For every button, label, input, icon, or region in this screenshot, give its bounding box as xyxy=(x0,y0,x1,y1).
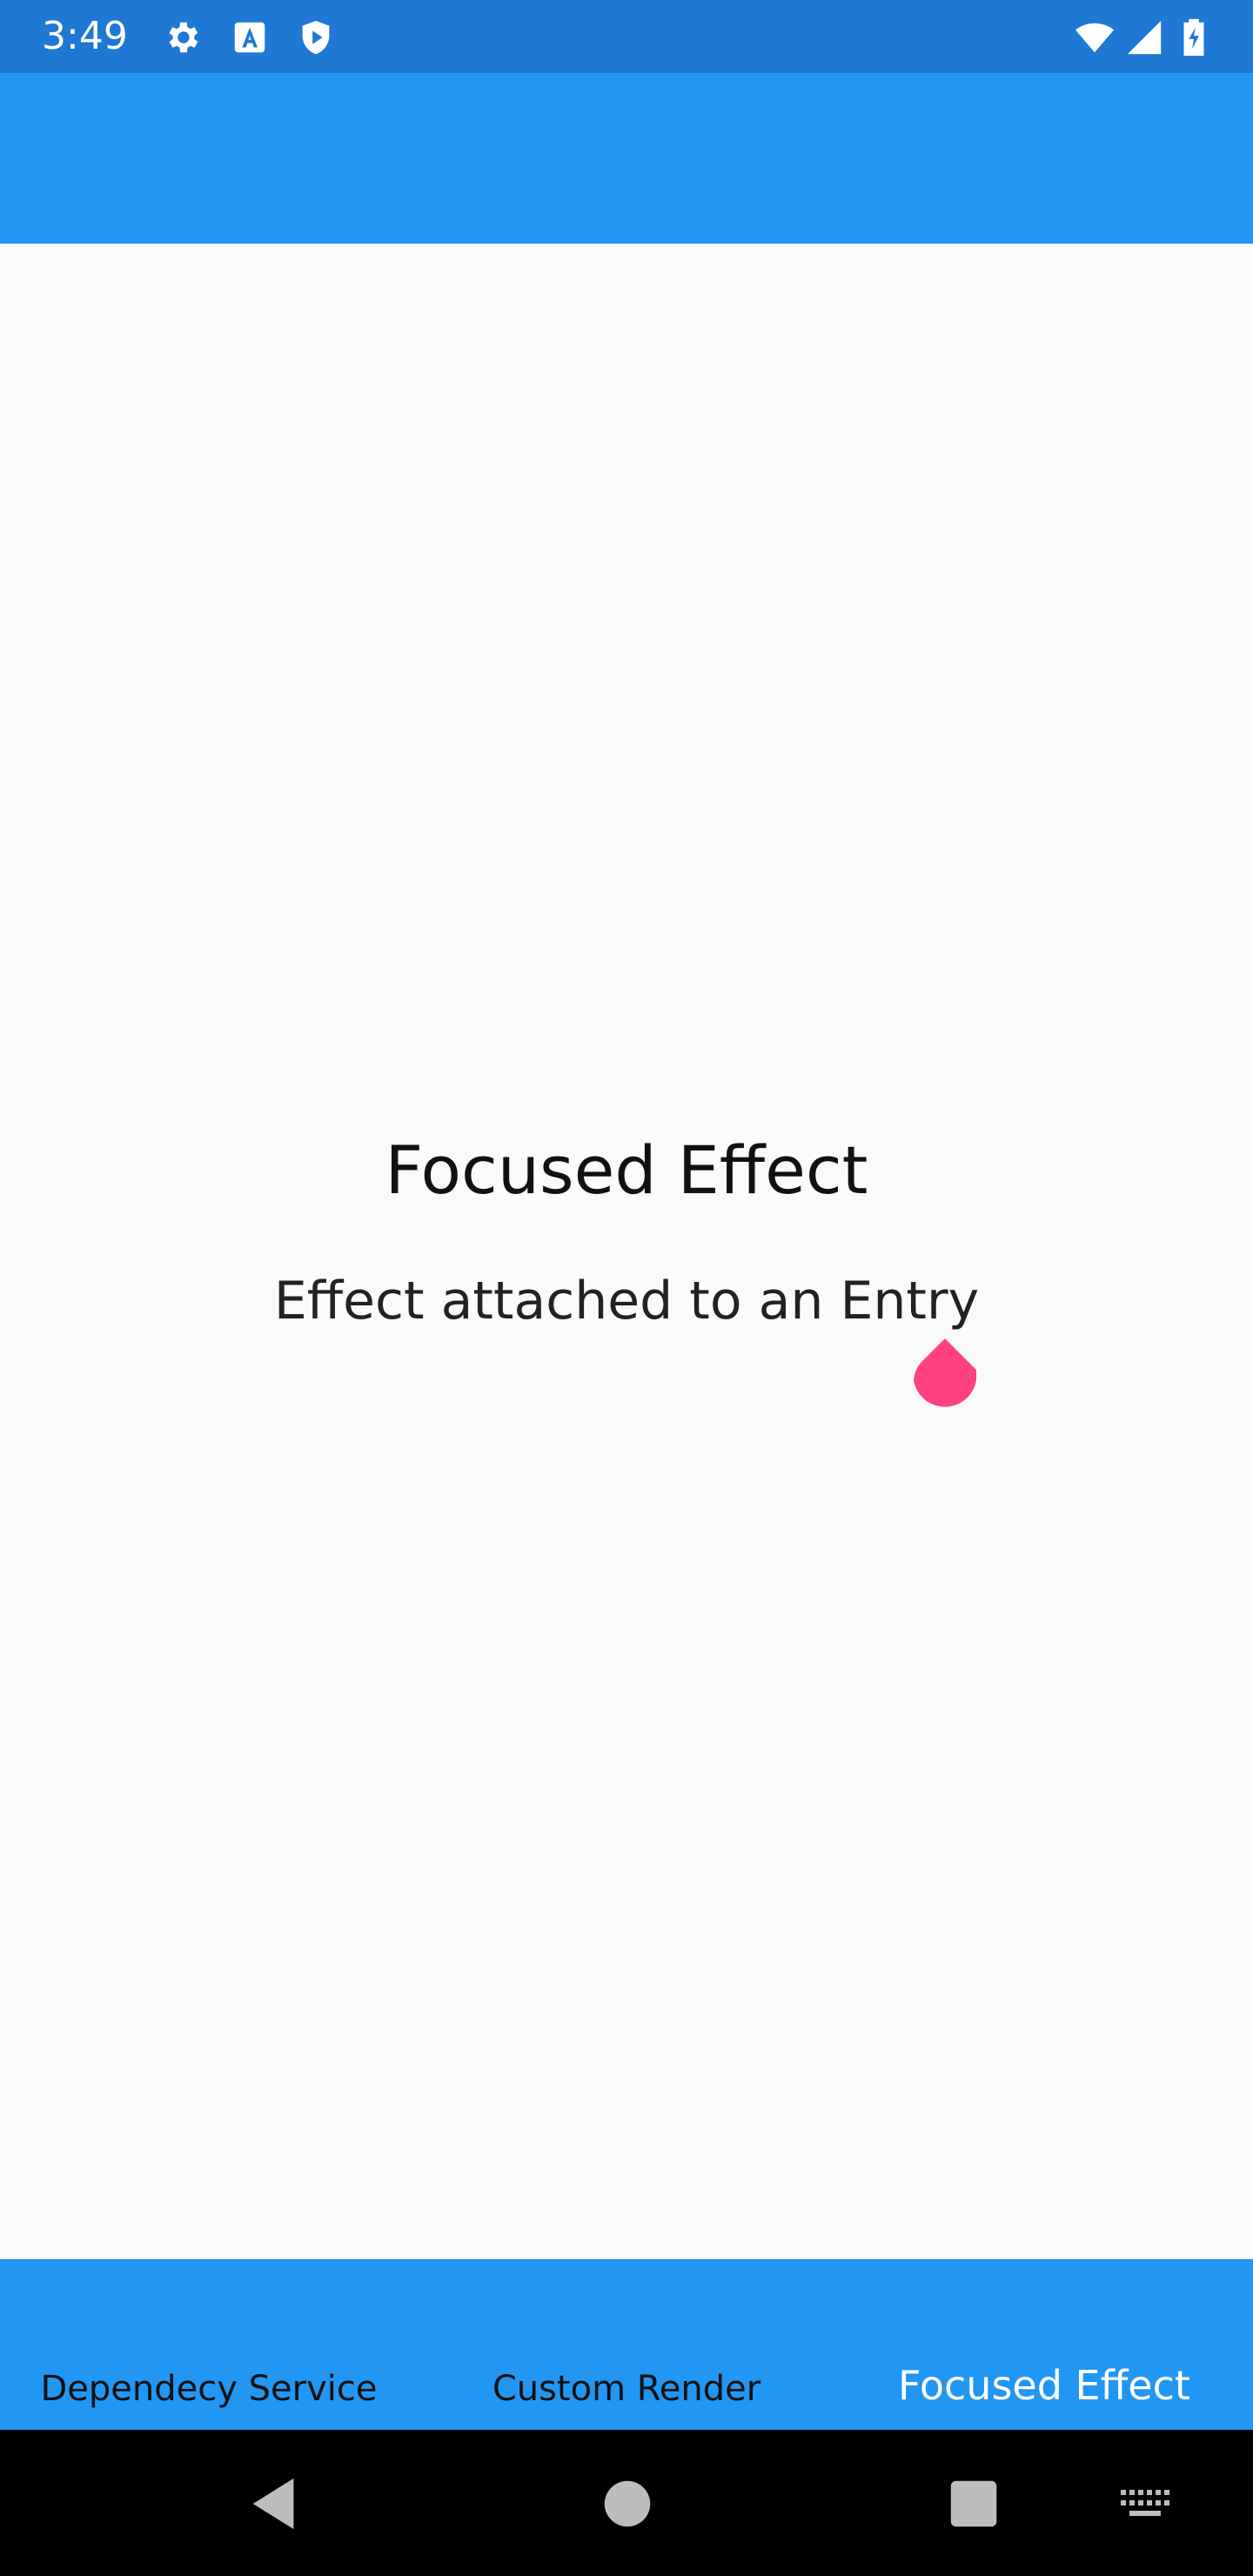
app-bar xyxy=(0,73,1253,244)
a-badge-icon xyxy=(230,17,270,57)
tab-custom-render[interactable]: Custom Render xyxy=(418,2259,835,2430)
effect-entry-field[interactable]: Effect attached to an Entry xyxy=(0,1271,1253,1332)
back-icon[interactable] xyxy=(245,2473,306,2534)
cell-signal-icon xyxy=(1124,17,1164,57)
content-area: Focused Effect Effect attached to an Ent… xyxy=(0,244,1253,2259)
text-cursor-handle[interactable] xyxy=(914,1338,976,1412)
navigation-bar xyxy=(0,2430,1253,2576)
tab-label: Focused Effect xyxy=(898,2362,1190,2409)
status-bar: 3:49 xyxy=(0,0,1253,73)
shield-play-icon xyxy=(296,17,336,57)
page-title: Focused Effect xyxy=(385,1131,868,1209)
home-icon[interactable] xyxy=(597,2473,658,2534)
keyboard-icon[interactable] xyxy=(1117,2473,1173,2534)
bottom-tab-bar: Dependecy Service Custom Render Focused … xyxy=(0,2259,1253,2430)
status-time: 3:49 xyxy=(42,14,128,58)
tab-dependency-service[interactable]: Dependecy Service xyxy=(0,2259,418,2430)
recents-icon[interactable] xyxy=(943,2473,1004,2534)
gear-icon xyxy=(162,17,202,57)
tab-label: Custom Render xyxy=(492,2369,761,2409)
battery-charging-icon xyxy=(1178,17,1209,57)
tab-label: Dependecy Service xyxy=(40,2369,378,2409)
tab-focused-effect[interactable]: Focused Effect xyxy=(835,2259,1253,2430)
wifi-icon xyxy=(1072,17,1117,57)
